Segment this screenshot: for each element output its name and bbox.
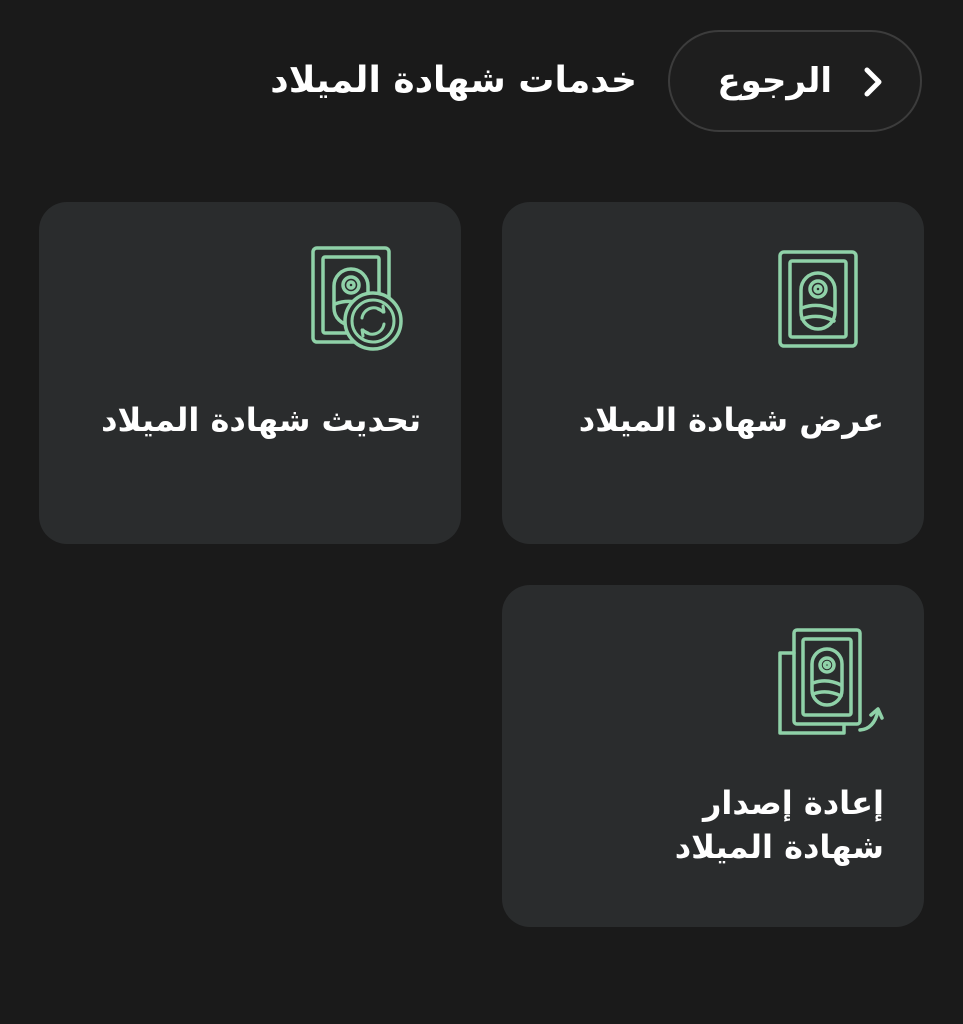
update-birth-certificate-card[interactable]: تحديث شهادة الميلاد bbox=[39, 202, 461, 544]
reissue-birth-certificate-card[interactable]: إعادة إصدار شهادة الميلاد bbox=[502, 585, 924, 927]
birth-certificate-icon bbox=[778, 250, 858, 348]
reissue-birth-certificate-label: إعادة إصدار شهادة الميلاد bbox=[526, 781, 884, 869]
update-birth-certificate-label: تحديث شهادة الميلاد bbox=[101, 401, 421, 439]
back-button-label: الرجوع bbox=[717, 61, 832, 101]
view-birth-certificate-label: عرض شهادة الميلاد bbox=[578, 401, 884, 439]
chevron-right-icon bbox=[864, 67, 882, 97]
birth-certificate-refresh-icon bbox=[311, 246, 403, 351]
back-button[interactable]: الرجوع bbox=[668, 30, 922, 132]
reissue-label-line2: شهادة الميلاد bbox=[674, 828, 884, 866]
reissue-label-line1: إعادة إصدار bbox=[702, 784, 884, 822]
page-title: خدمات شهادة الميلاد bbox=[270, 59, 637, 101]
birth-certificate-reissue-icon bbox=[778, 628, 884, 735]
view-birth-certificate-card[interactable]: عرض شهادة الميلاد bbox=[502, 202, 924, 544]
